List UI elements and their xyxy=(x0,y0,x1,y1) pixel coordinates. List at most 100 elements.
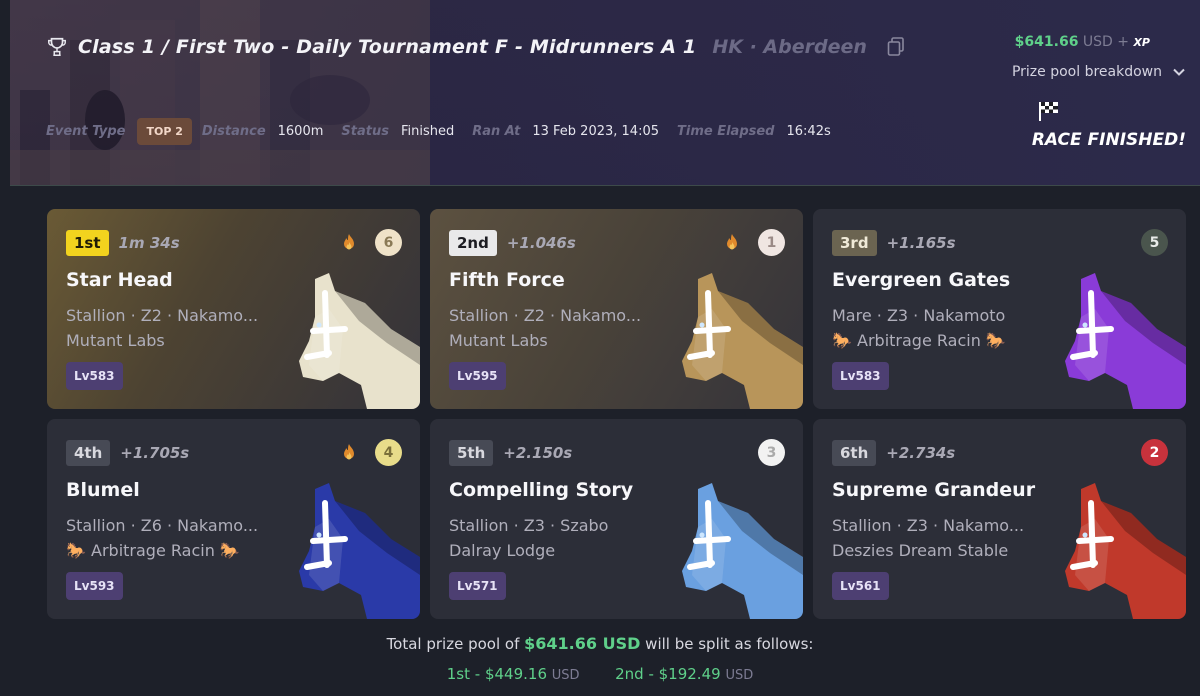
horse-info: Stallion · Z3 · Szabo xyxy=(449,516,609,535)
horse-name[interactable]: Supreme Grandeur xyxy=(832,479,1035,501)
fire-icon xyxy=(727,234,737,250)
result-card[interactable]: 6th +2.734s 2 Supreme Grandeur Stallion … xyxy=(813,419,1186,619)
prize-amount: $641.66 xyxy=(1014,34,1079,50)
position-badge: 4th xyxy=(66,440,111,466)
race-title: Class 1 / First Two - Daily Tournament F… xyxy=(78,36,697,58)
prize-breakdown-label: Prize pool breakdown xyxy=(1011,64,1162,80)
horse-stable: 🐎 Arbitrage Racin 🐎 xyxy=(832,331,1006,350)
prize-xp: XP xyxy=(1133,36,1150,49)
horse-name[interactable]: Compelling Story xyxy=(449,479,633,501)
prize-currency: USD xyxy=(1082,34,1113,50)
gate-number-badge: 2 xyxy=(1141,439,1168,466)
finish-time: +1.705s xyxy=(120,444,190,462)
prize-split-amount: $641.66 USD xyxy=(524,634,641,653)
finish-time: +1.165s xyxy=(886,234,956,252)
result-position-row: 1st 1m 34s xyxy=(66,230,180,256)
distance-label: Distance xyxy=(201,124,266,139)
prize-split-first-currency: USD xyxy=(551,668,580,683)
gate-number-badge: 6 xyxy=(375,229,402,256)
race-finished-indicator: RACE FINISHED! xyxy=(1032,100,1186,150)
chevron-down-icon xyxy=(1173,68,1185,76)
prize-split-summary: Total prize pool of $641.66 USD will be … xyxy=(0,634,1200,653)
horse-info: Stallion · Z2 · Nakamo... xyxy=(449,306,642,325)
finish-time: 1m 34s xyxy=(118,234,180,252)
race-track: HK · Aberdeen xyxy=(712,36,867,58)
copy-icon[interactable] xyxy=(887,37,905,57)
result-card[interactable]: 5th +2.150s 3 Compelling Story Stallion … xyxy=(430,419,803,619)
horse-avatar xyxy=(682,273,803,409)
prize-split-second: 2nd - $192.49 xyxy=(615,665,721,683)
horse-avatar xyxy=(299,273,420,409)
level-badge: Lv583 xyxy=(832,362,889,390)
trophy-icon xyxy=(48,37,66,56)
race-meta: Event Type TOP 2 Distance 1600m Status F… xyxy=(46,118,849,145)
horse-info: Stallion · Z6 · Nakamo... xyxy=(66,516,259,535)
ran-at-label: Ran At xyxy=(472,124,521,139)
horse-info: Stallion · Z2 · Nakamo... xyxy=(66,306,259,325)
prize-split-list: 1st - $449.16 USD 2nd - $192.49 USD xyxy=(0,665,1200,683)
result-card[interactable]: 1st 1m 34s 6 Star Head Stallion · Z2 · N… xyxy=(47,209,420,409)
horse-avatar xyxy=(299,483,420,619)
race-title-row: Class 1 / First Two - Daily Tournament F… xyxy=(46,36,905,58)
result-position-row: 2nd +1.046s xyxy=(449,230,576,256)
time-elapsed-value: 16:42s xyxy=(786,124,831,139)
horse-name[interactable]: Fifth Force xyxy=(449,269,565,291)
prize-breakdown-toggle[interactable]: Prize pool breakdown xyxy=(1012,64,1186,80)
results-grid: 1st 1m 34s 6 Star Head Stallion · Z2 · N… xyxy=(47,209,1187,619)
race-header: Class 1 / First Two - Daily Tournament F… xyxy=(10,0,1200,186)
level-badge: Lv571 xyxy=(449,572,506,600)
distance-value: 1600m xyxy=(277,124,324,139)
horse-stable: 🐎 Arbitrage Racin 🐎 xyxy=(66,541,240,560)
result-position-row: 3rd +1.165s xyxy=(832,230,956,256)
fire-icon xyxy=(344,234,354,250)
gate-number-badge: 4 xyxy=(375,439,402,466)
finish-time: +2.150s xyxy=(503,444,573,462)
status-label: Status xyxy=(341,124,389,139)
finish-time: +1.046s xyxy=(506,234,576,252)
checkered-flag-icon xyxy=(1038,102,1058,121)
level-badge: Lv583 xyxy=(66,362,123,390)
ran-at-value: 13 Feb 2023, 14:05 xyxy=(532,124,659,139)
result-card[interactable]: 3rd +1.165s 5 Evergreen Gates Mare · Z3 … xyxy=(813,209,1186,409)
prize-split-second-currency: USD xyxy=(725,668,754,683)
horse-avatar xyxy=(1065,273,1186,409)
gate-number-badge: 3 xyxy=(758,439,785,466)
horse-stable: Mutant Labs xyxy=(66,331,165,350)
prize-plus: + xyxy=(1117,34,1129,50)
result-card[interactable]: 4th +1.705s 4 Blumel Stallion · Z6 · Nak… xyxy=(47,419,420,619)
prize-split-first: 1st - $449.16 xyxy=(446,665,547,683)
level-badge: Lv593 xyxy=(66,572,123,600)
status-value: Finished xyxy=(400,124,455,139)
horse-avatar xyxy=(682,483,803,619)
position-badge: 5th xyxy=(449,440,494,466)
race-finished-text: RACE FINISHED! xyxy=(1031,130,1186,150)
level-badge: Lv561 xyxy=(832,572,889,600)
horse-info: Stallion · Z3 · Nakamo... xyxy=(832,516,1025,535)
event-type-badge: TOP 2 xyxy=(137,118,192,145)
gate-number-badge: 5 xyxy=(1141,229,1168,256)
result-position-row: 6th +2.734s xyxy=(832,440,955,466)
position-badge: 1st xyxy=(66,230,109,256)
position-badge: 2nd xyxy=(449,230,497,256)
event-type-label: Event Type xyxy=(46,124,126,139)
horse-stable: Dalray Lodge xyxy=(449,541,556,560)
fire-icon xyxy=(344,444,354,460)
horse-name[interactable]: Evergreen Gates xyxy=(832,269,1010,291)
prize-split-text-after: will be split as follows: xyxy=(645,635,814,653)
result-card[interactable]: 2nd +1.046s 1 Fifth Force Stallion · Z2 … xyxy=(430,209,803,409)
prize-split-text-before: Total prize pool of xyxy=(386,635,520,653)
horse-info: Mare · Z3 · Nakamoto xyxy=(832,306,1006,325)
position-badge: 3rd xyxy=(832,230,877,256)
time-elapsed-label: Time Elapsed xyxy=(677,124,775,139)
result-position-row: 5th +2.150s xyxy=(449,440,572,466)
horse-stable: Mutant Labs xyxy=(449,331,548,350)
prize-pool-summary: $641.66 USD + XP xyxy=(1015,34,1150,50)
race-background-image xyxy=(10,0,430,185)
horse-name[interactable]: Star Head xyxy=(66,269,173,291)
horse-name[interactable]: Blumel xyxy=(66,479,140,501)
horse-avatar xyxy=(1065,483,1186,619)
level-badge: Lv595 xyxy=(449,362,506,390)
horse-stable: Deszies Dream Stable xyxy=(832,541,1009,560)
finish-time: +2.734s xyxy=(886,444,956,462)
result-position-row: 4th +1.705s xyxy=(66,440,189,466)
